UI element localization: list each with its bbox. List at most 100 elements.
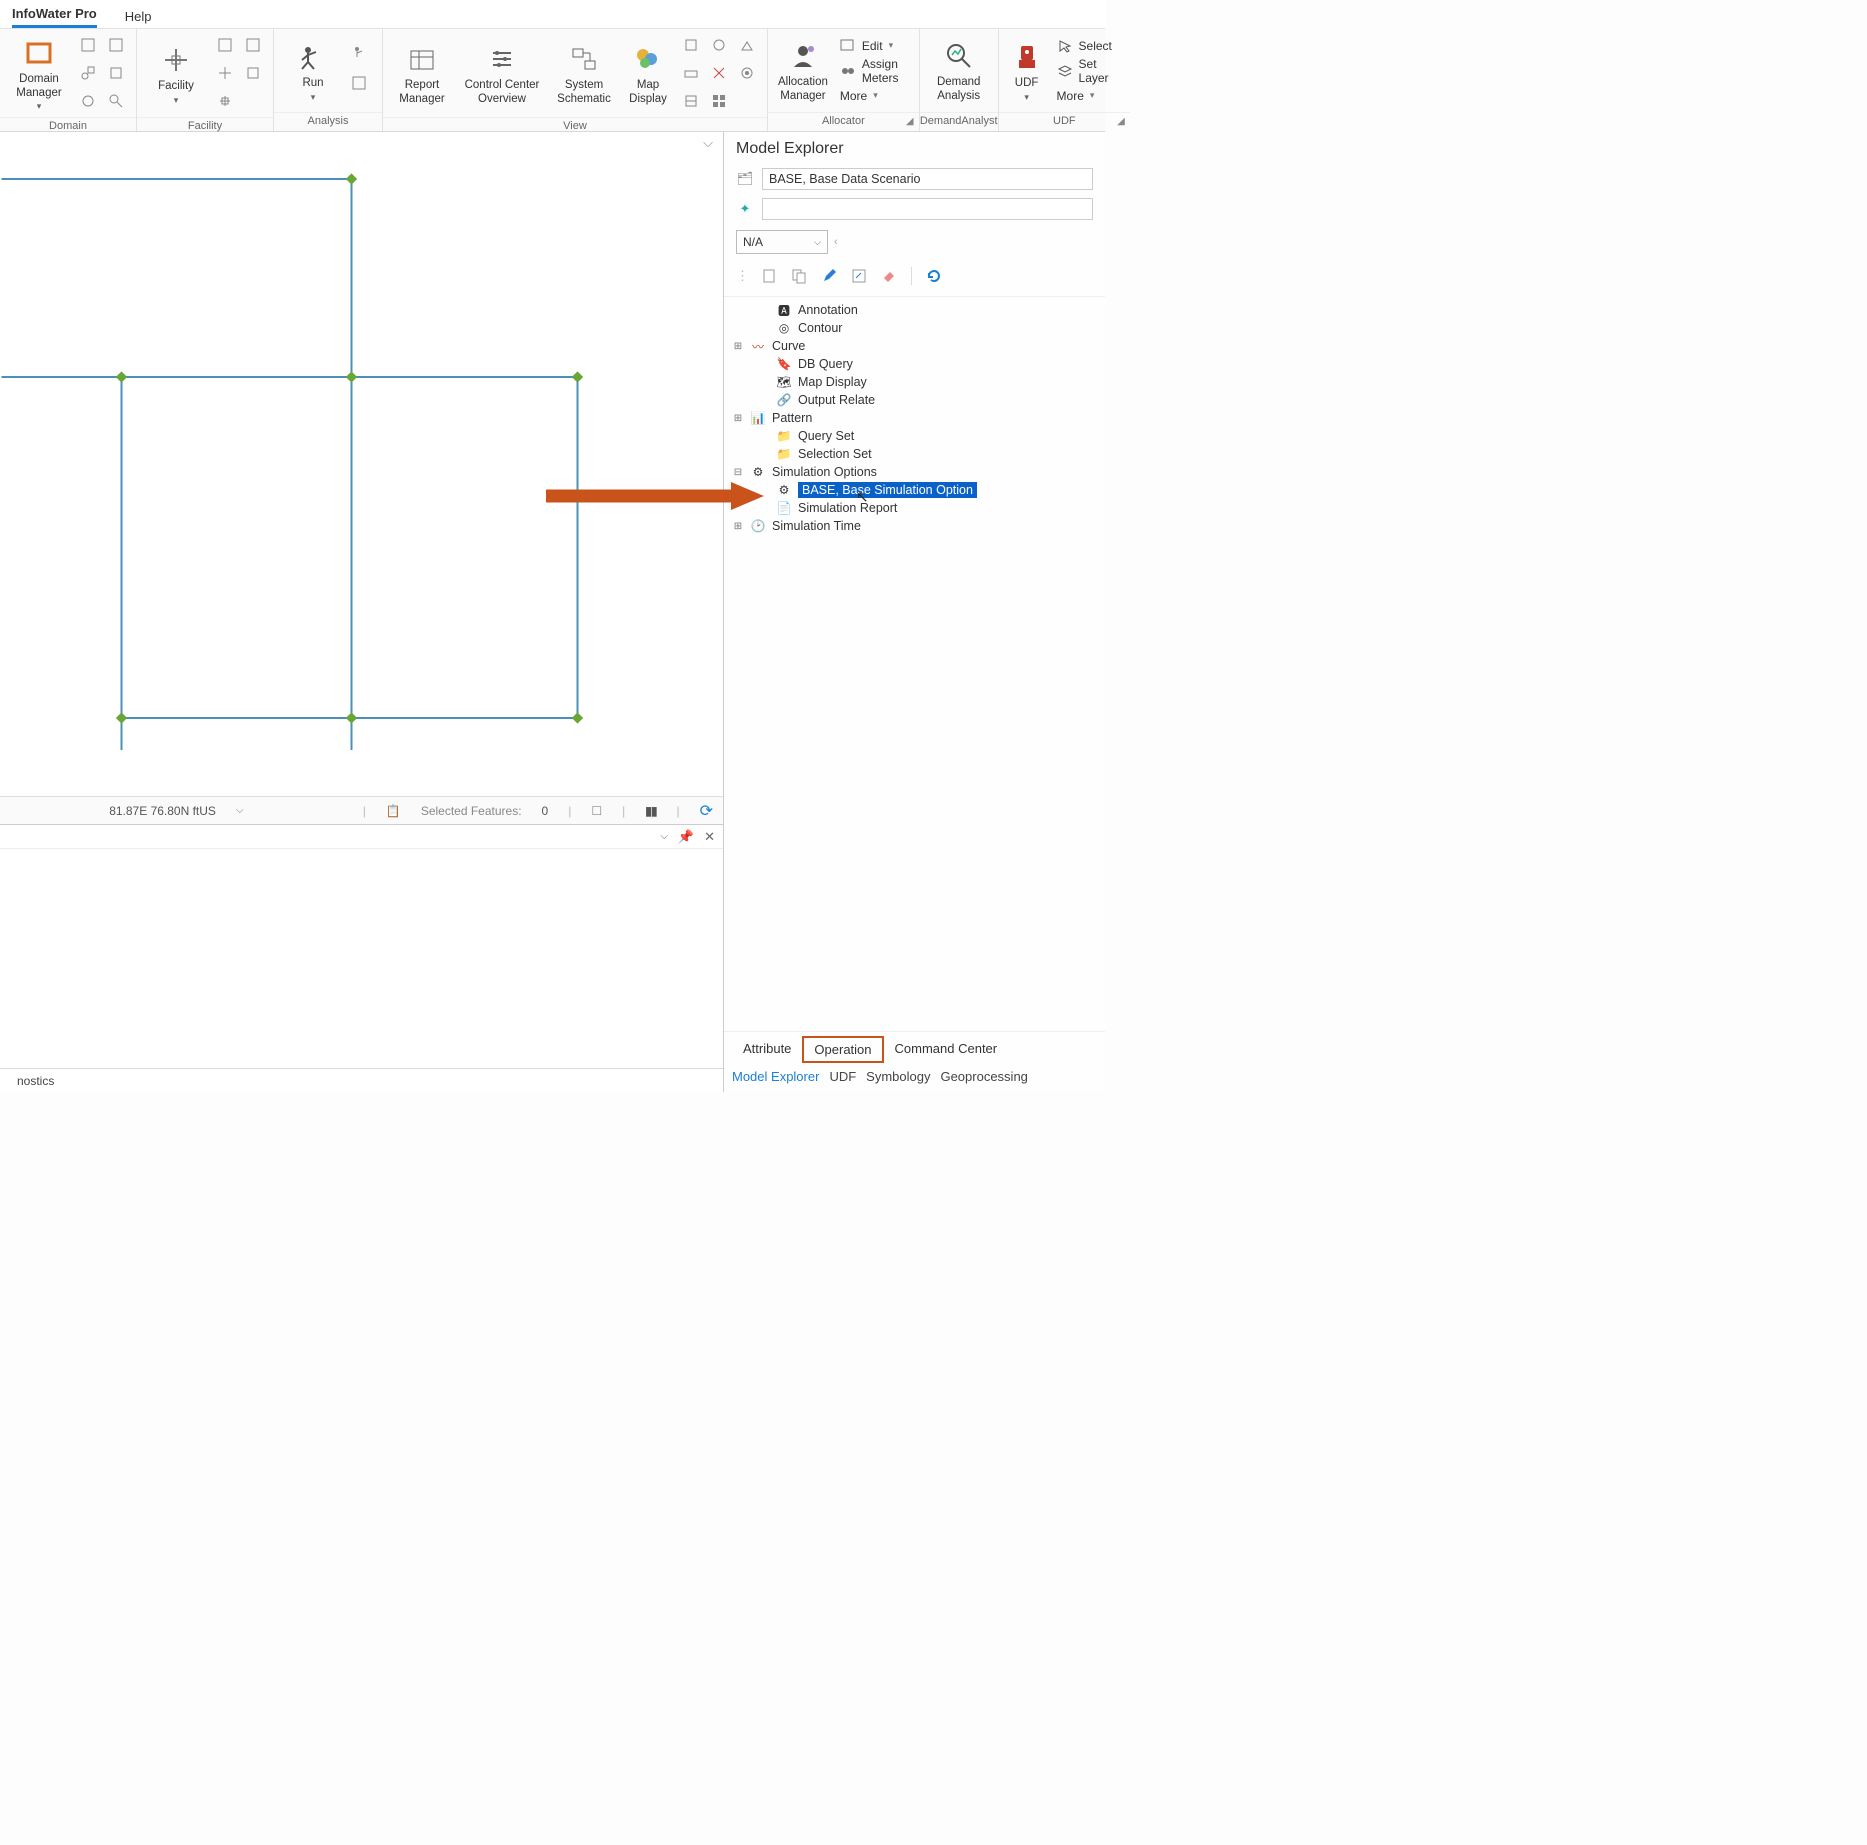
run-button[interactable]: Run ▾ <box>282 38 344 103</box>
domain-tool-3[interactable] <box>76 61 100 85</box>
tree-simoptions-base[interactable]: ⚙ BASE, Base Simulation Option <box>730 481 1099 499</box>
map-view[interactable]: ⌵ <box>0 132 723 796</box>
tree-pattern[interactable]: ⊞ 📊 Pattern <box>730 409 1099 427</box>
divider: | <box>363 804 366 818</box>
view-tool-8[interactable] <box>707 89 731 113</box>
udf-button[interactable]: UDF ▾ <box>1007 38 1047 103</box>
tab-operation[interactable]: Operation <box>802 1036 883 1063</box>
expander-icon[interactable]: ⊟ <box>732 467 744 478</box>
erase-icon[interactable] <box>879 266 899 286</box>
tree-queryset[interactable]: 📁 Query Set <box>730 427 1099 445</box>
dock-options-caret-icon[interactable]: ⌵ <box>660 831 668 842</box>
pause-icon[interactable]: ▮▮ <box>645 804 656 818</box>
map-collapse-chevron-icon[interactable]: ⌵ <box>699 135 717 149</box>
map-canvas[interactable] <box>0 150 723 780</box>
domain-manager-button[interactable]: Domain Manager ▾ <box>8 34 70 112</box>
tree-simoptions[interactable]: ⊟ ⚙ Simulation Options <box>730 463 1099 481</box>
filter-input[interactable] <box>762 198 1093 220</box>
facility-tool-2[interactable] <box>241 33 265 57</box>
view-tool-4[interactable] <box>679 61 703 85</box>
domain-tools-grid <box>76 33 128 113</box>
tab-help[interactable]: Help <box>125 9 152 28</box>
view-tool-6[interactable] <box>735 61 759 85</box>
scenario-field[interactable]: BASE, Base Data Scenario <box>762 168 1093 190</box>
domain-tool-2[interactable] <box>104 33 128 57</box>
combo-box[interactable]: N/A ⌵ <box>736 230 828 254</box>
view-tool-7[interactable] <box>679 89 703 113</box>
udf-set-layer-button[interactable]: Set Layer <box>1053 56 1123 86</box>
expander-icon[interactable]: ⊞ <box>732 521 744 532</box>
allocator-dialog-launcher[interactable]: ◢ <box>904 116 916 128</box>
map-display-button[interactable]: Map Display <box>623 40 673 107</box>
facility-button[interactable]: Facility ▾ <box>145 41 207 106</box>
tab-geoprocessing[interactable]: Geoprocessing <box>940 1069 1027 1084</box>
tree-annotation[interactable]: 🅰 Annotation <box>730 301 1099 319</box>
facility-tool-5[interactable] <box>213 89 237 113</box>
map-display-label: Map Display <box>629 79 667 107</box>
facility-tool-4[interactable] <box>241 61 265 85</box>
combo-nav-prev[interactable]: ‹ <box>834 236 838 248</box>
udf-dialog-launcher[interactable]: ◢ <box>1115 116 1127 128</box>
control-center-button[interactable]: Control Center Overview <box>459 40 545 107</box>
allocator-more-dropdown[interactable]: More ▾ <box>836 88 911 104</box>
edit-icon[interactable] <box>819 266 839 286</box>
map-action-1[interactable]: ☐ <box>591 804 602 818</box>
facility-tool-1[interactable] <box>213 33 237 57</box>
analysis-tool-1[interactable] <box>350 44 374 68</box>
domain-tool-4[interactable] <box>104 61 128 85</box>
tree-contour[interactable]: ◎ Contour <box>730 319 1099 337</box>
new-icon[interactable] <box>759 266 779 286</box>
tree-dbquery[interactable]: 🔖 DB Query <box>730 355 1099 373</box>
view-tool-9[interactable] <box>735 89 759 113</box>
view-tool-5[interactable] <box>707 61 731 85</box>
demand-analysis-button[interactable]: Demand Analysis <box>928 37 990 104</box>
expander-icon[interactable]: ⊞ <box>732 341 744 352</box>
wand-icon[interactable]: ✦ <box>736 201 754 217</box>
system-schematic-button[interactable]: System Schematic <box>551 40 617 107</box>
allocation-manager-label: Allocation Manager <box>778 76 828 104</box>
domain-tool-6[interactable] <box>104 89 128 113</box>
assign-meters-button[interactable]: Assign Meters <box>836 56 911 86</box>
edit-label: Edit <box>862 39 883 53</box>
divider: | <box>622 804 625 818</box>
dock-close-icon[interactable]: ✕ <box>704 829 715 845</box>
expander-icon[interactable]: ⊞ <box>732 413 744 424</box>
tab-model-explorer[interactable]: Model Explorer <box>732 1069 819 1084</box>
dropdown-caret-icon: ▾ <box>1024 92 1029 103</box>
view-tool-1[interactable] <box>679 33 703 57</box>
refresh-icon[interactable] <box>924 266 944 286</box>
analysis-tool-2[interactable] <box>350 74 374 98</box>
view-tool-3[interactable] <box>735 33 759 57</box>
tab-symbology[interactable]: Symbology <box>866 1069 930 1084</box>
tree-outputrelate[interactable]: 🔗 Output Relate <box>730 391 1099 409</box>
tab-infowater-pro[interactable]: InfoWater Pro <box>12 6 97 28</box>
tree-simtime[interactable]: ⊞ 🕑 Simulation Time <box>730 517 1099 535</box>
copy-icon[interactable] <box>789 266 809 286</box>
dropdown-caret-icon[interactable]: ⌵ <box>236 805 244 816</box>
tab-diagnostics[interactable]: nostics <box>6 1071 65 1090</box>
tree-selectionset[interactable]: 📁 Selection Set <box>730 445 1099 463</box>
tree-mapdisplay[interactable]: 🗺 Map Display <box>730 373 1099 391</box>
report-manager-button[interactable]: Report Manager <box>391 40 453 107</box>
domain-tool-1[interactable] <box>76 33 100 57</box>
domain-tool-5[interactable] <box>76 89 100 113</box>
ribbon-group-udf: UDF ▾ Select Set Layer More ▾ UDF ◢ <box>999 29 1130 131</box>
note-icon[interactable] <box>849 266 869 286</box>
udf-select-button[interactable]: Select <box>1053 38 1123 54</box>
facility-tool-3[interactable] <box>213 61 237 85</box>
explorer-tree: 🅰 Annotation ◎ Contour ⊞ 〰 Curve 🔖 DB Qu… <box>724 297 1105 539</box>
contour-icon: ◎ <box>776 320 792 336</box>
tab-attribute[interactable]: Attribute <box>732 1036 802 1063</box>
allocation-manager-button[interactable]: Allocation Manager <box>776 37 830 104</box>
tree-simreport[interactable]: 📄 Simulation Report <box>730 499 1099 517</box>
facility-tool-6[interactable] <box>241 89 265 113</box>
tab-udf[interactable]: UDF <box>829 1069 856 1084</box>
refresh-icon[interactable]: ⟳ <box>700 801 713 821</box>
view-tool-2[interactable] <box>707 33 731 57</box>
tree-curve[interactable]: ⊞ 〰 Curve <box>730 337 1099 355</box>
dock-pin-icon[interactable]: 📌 <box>678 829 694 845</box>
udf-more-dropdown[interactable]: More ▾ <box>1053 88 1123 104</box>
edit-dropdown[interactable]: Edit ▾ <box>836 38 911 54</box>
map-status-bar: 81.87E 76.80N ftUS ⌵ | 📋 Selected Featur… <box>0 796 723 824</box>
tab-command-center[interactable]: Command Center <box>884 1036 1009 1063</box>
